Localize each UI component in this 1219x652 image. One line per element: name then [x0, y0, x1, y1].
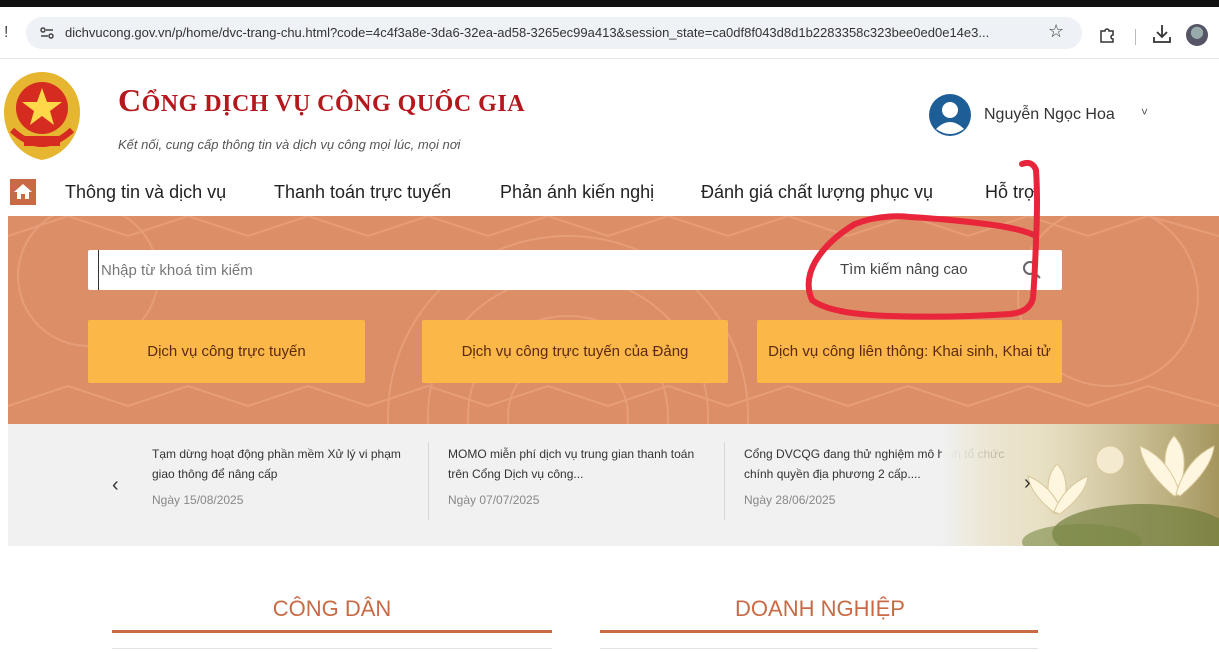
- chevron-down-icon[interactable]: ˅: [1141, 105, 1148, 119]
- toolbar-edge-glyph: !: [4, 24, 9, 41]
- national-emblem-icon[interactable]: [2, 70, 82, 162]
- user-avatar-icon[interactable]: [928, 93, 972, 137]
- news-date: Ngày 15/08/2025: [152, 492, 244, 507]
- address-bar[interactable]: dichvucong.gov.vn/p/home/dvc-trang-chu.h…: [26, 17, 1082, 49]
- carousel-prev-icon[interactable]: ‹: [112, 474, 119, 497]
- nav-item-service-rating[interactable]: Đánh giá chất lượng phục vụ: [701, 182, 933, 203]
- birth-death-services-label: Dịch vụ công liên thông: Khai sinh, Khai…: [768, 342, 1051, 360]
- news-date: Ngày 07/07/2025: [448, 492, 540, 507]
- news-separator: [724, 442, 725, 520]
- search-input[interactable]: [98, 250, 798, 290]
- home-icon[interactable]: [10, 179, 36, 205]
- nav-item-online-payment[interactable]: Thanh toán trực tuyến: [274, 182, 451, 203]
- site-header: CỔNG DỊCH VỤ CÔNG QUỐC GIA Kết nối, cung…: [0, 60, 1219, 170]
- news-item[interactable]: Tạm dừng hoạt động phần mềm Xử lý vi phạ…: [152, 444, 422, 507]
- news-title[interactable]: Tạm dừng hoạt động phần mềm Xử lý vi phạ…: [152, 444, 422, 485]
- hero-banner: Tìm kiếm nâng cao Dịch vụ công trực tuyế…: [8, 216, 1219, 424]
- main-nav: Thông tin và dịch vụ Thanh toán trực tuy…: [0, 170, 1219, 216]
- portal-title[interactable]: CỔNG DỊCH VỤ CÔNG QUỐC GIA: [118, 82, 525, 119]
- extensions-icon[interactable]: [1098, 25, 1116, 43]
- birth-death-services-button[interactable]: Dịch vụ công liên thông: Khai sinh, Khai…: [757, 320, 1062, 383]
- portal-title-initial: C: [118, 82, 142, 118]
- portal-subtitle: Kết nối, cung cấp thông tin và dịch vụ c…: [118, 137, 461, 152]
- section-underline-business: [600, 630, 1038, 633]
- carousel-next-icon[interactable]: ›: [1024, 472, 1031, 495]
- news-carousel: ‹ Tạm dừng hoạt động phần mềm Xử lý vi p…: [8, 424, 1219, 546]
- section-divider: [112, 648, 552, 649]
- nav-item-support[interactable]: Hỗ trợ: [985, 182, 1036, 203]
- nav-item-info-services[interactable]: Thông tin và dịch vụ: [65, 182, 226, 203]
- profile-icon[interactable]: [1186, 24, 1208, 46]
- news-item[interactable]: MOMO miễn phí dịch vụ trung gian thanh t…: [448, 444, 718, 507]
- user-name[interactable]: Nguyễn Ngọc Hoa: [984, 106, 1115, 124]
- star-icon[interactable]: ☆: [1048, 21, 1064, 42]
- section-underline-citizen: [112, 630, 552, 633]
- download-icon[interactable]: [1152, 23, 1172, 45]
- search-icon[interactable]: [1022, 260, 1042, 280]
- nav-item-feedback[interactable]: Phản ánh kiến nghị: [500, 182, 654, 203]
- url-text[interactable]: dichvucong.gov.vn/p/home/dvc-trang-chu.h…: [65, 25, 989, 40]
- section-title-citizen[interactable]: CÔNG DÂN: [112, 596, 552, 622]
- toolbar-separator: [1135, 29, 1136, 45]
- party-online-services-button[interactable]: Dịch vụ công trực tuyến của Đảng: [422, 320, 728, 383]
- section-title-business[interactable]: DOANH NGHIỆP: [600, 596, 1040, 622]
- online-services-label: Dịch vụ công trực tuyến: [147, 342, 306, 360]
- news-separator: [428, 442, 429, 520]
- advanced-search-link[interactable]: Tìm kiếm nâng cao: [840, 261, 968, 278]
- section-divider: [600, 648, 1038, 649]
- browser-toolbar: ! dichvucong.gov.vn/p/home/dvc-trang-chu…: [0, 7, 1219, 59]
- party-online-services-label: Dịch vụ công trực tuyến của Đảng: [461, 342, 689, 360]
- search-box: Tìm kiếm nâng cao: [88, 250, 1062, 290]
- news-title[interactable]: MOMO miễn phí dịch vụ trung gian thanh t…: [448, 444, 718, 485]
- window-frame-top: [0, 0, 1219, 7]
- portal-title-rest: ỔNG DỊCH VỤ CÔNG QUỐC GIA: [141, 91, 526, 117]
- site-info-icon[interactable]: [38, 24, 56, 42]
- online-services-button[interactable]: Dịch vụ công trực tuyến: [88, 320, 365, 383]
- lotus-decoration: [942, 424, 1219, 546]
